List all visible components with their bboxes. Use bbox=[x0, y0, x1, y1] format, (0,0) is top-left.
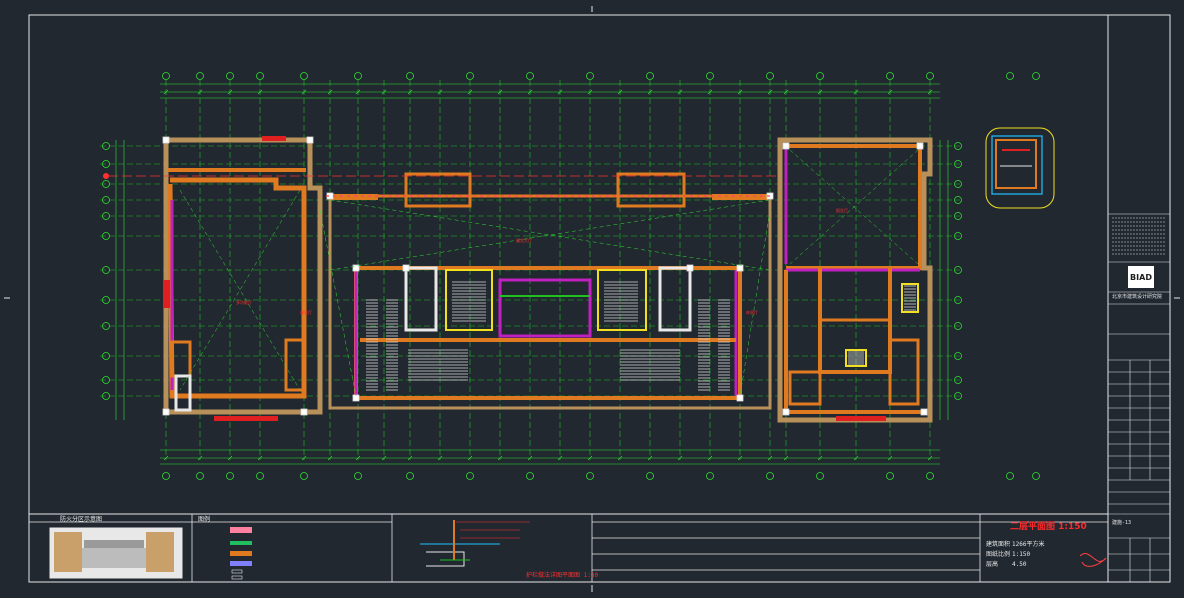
detail-callout bbox=[985, 127, 1055, 209]
grid-bubble bbox=[226, 72, 234, 80]
grid-bubble bbox=[706, 472, 714, 480]
scale-row-label-2: 层高 bbox=[986, 561, 999, 568]
grid-bubble bbox=[706, 72, 714, 80]
grid-bubble bbox=[1032, 472, 1040, 480]
railing-detail bbox=[420, 520, 530, 567]
legend-title: 图例 bbox=[198, 516, 211, 523]
key-plan-mini bbox=[49, 527, 183, 579]
grid-bubble bbox=[766, 72, 774, 80]
svg-text:多功能厅: 多功能厅 bbox=[236, 299, 252, 305]
grid-bubble bbox=[886, 472, 894, 480]
grid-bubble bbox=[256, 72, 264, 80]
biad-logo: BIAD bbox=[1128, 266, 1154, 288]
grid-bubble bbox=[300, 472, 308, 480]
column bbox=[920, 408, 928, 416]
grid-bubble bbox=[300, 72, 308, 80]
grid-bubble bbox=[816, 72, 824, 80]
company-name: 北京市建筑设计研究院 bbox=[1112, 294, 1163, 300]
column bbox=[782, 142, 790, 150]
grid-bubble bbox=[646, 472, 654, 480]
key-plan-caption: 防火分区示意图 bbox=[60, 516, 103, 523]
grid-bubble bbox=[162, 472, 170, 480]
grid-bubble bbox=[926, 72, 934, 80]
signature-mark bbox=[1079, 553, 1107, 567]
svg-text:展览大厅: 展览大厅 bbox=[516, 237, 532, 243]
column bbox=[736, 394, 744, 402]
drawing-number: 建施-13 bbox=[1112, 520, 1132, 526]
grid-bubble bbox=[354, 472, 362, 480]
room-labels: 多功能厅 展览大厅 报告厅 休息厅 休息厅 bbox=[236, 207, 848, 315]
scale-row-value-2: 4.50 bbox=[1012, 561, 1027, 568]
grid-bubble bbox=[1032, 72, 1040, 80]
column bbox=[352, 264, 360, 272]
floor-plan-drawing: 多功能厅 展览大厅 报告厅 休息厅 休息厅 bbox=[4, 6, 1180, 592]
grid-bubble bbox=[406, 72, 414, 80]
column bbox=[162, 136, 170, 144]
grid-bubble bbox=[226, 472, 234, 480]
grid-bubble bbox=[526, 472, 534, 480]
column bbox=[782, 408, 790, 416]
svg-text:休息厅: 休息厅 bbox=[300, 309, 312, 315]
svg-text:休息厅: 休息厅 bbox=[746, 309, 758, 315]
column bbox=[402, 264, 410, 272]
column bbox=[162, 408, 170, 416]
grid-bubble bbox=[354, 72, 362, 80]
scale-row-label-0: 建筑面积 bbox=[986, 541, 1011, 548]
grid-bubble bbox=[196, 72, 204, 80]
grid-bubble bbox=[646, 72, 654, 80]
grid-bubble bbox=[406, 472, 414, 480]
svg-text:报告厅: 报告厅 bbox=[836, 207, 848, 213]
grid-bubble bbox=[926, 472, 934, 480]
sheet-title: 二层平面图 1:150 bbox=[1010, 522, 1087, 532]
grid-bubble bbox=[1006, 472, 1014, 480]
grid-bubble bbox=[586, 472, 594, 480]
grid-bubble bbox=[816, 472, 824, 480]
grid-bubble bbox=[196, 472, 204, 480]
scale-row-value-1: 1:150 bbox=[1012, 551, 1031, 558]
scale-row-value-0: 1266平方米 bbox=[1012, 541, 1045, 548]
building-walls bbox=[163, 136, 933, 423]
grid-bubble bbox=[162, 72, 170, 80]
column bbox=[686, 264, 694, 272]
grid-bubble bbox=[586, 72, 594, 80]
grid-bubble bbox=[1006, 72, 1014, 80]
column bbox=[736, 264, 744, 272]
grid-bubble bbox=[886, 72, 894, 80]
column bbox=[916, 142, 924, 150]
detail-caption: 护栏做法详图平面图 1:30 bbox=[526, 572, 599, 579]
grid-bubble bbox=[466, 72, 474, 80]
scale-row-label-1: 图纸比例 bbox=[986, 551, 1011, 558]
grid-bubble bbox=[256, 472, 264, 480]
column bbox=[300, 408, 308, 416]
cad-drawing-sheet: 多功能厅 展览大厅 报告厅 休息厅 休息厅 防火分区示意图 图例 护栏做法详图平… bbox=[0, 0, 1184, 598]
grid-bubble bbox=[526, 72, 534, 80]
grid-bubble bbox=[466, 472, 474, 480]
column bbox=[306, 136, 314, 144]
legend-swatches bbox=[230, 527, 252, 580]
grid-bubble bbox=[766, 472, 774, 480]
